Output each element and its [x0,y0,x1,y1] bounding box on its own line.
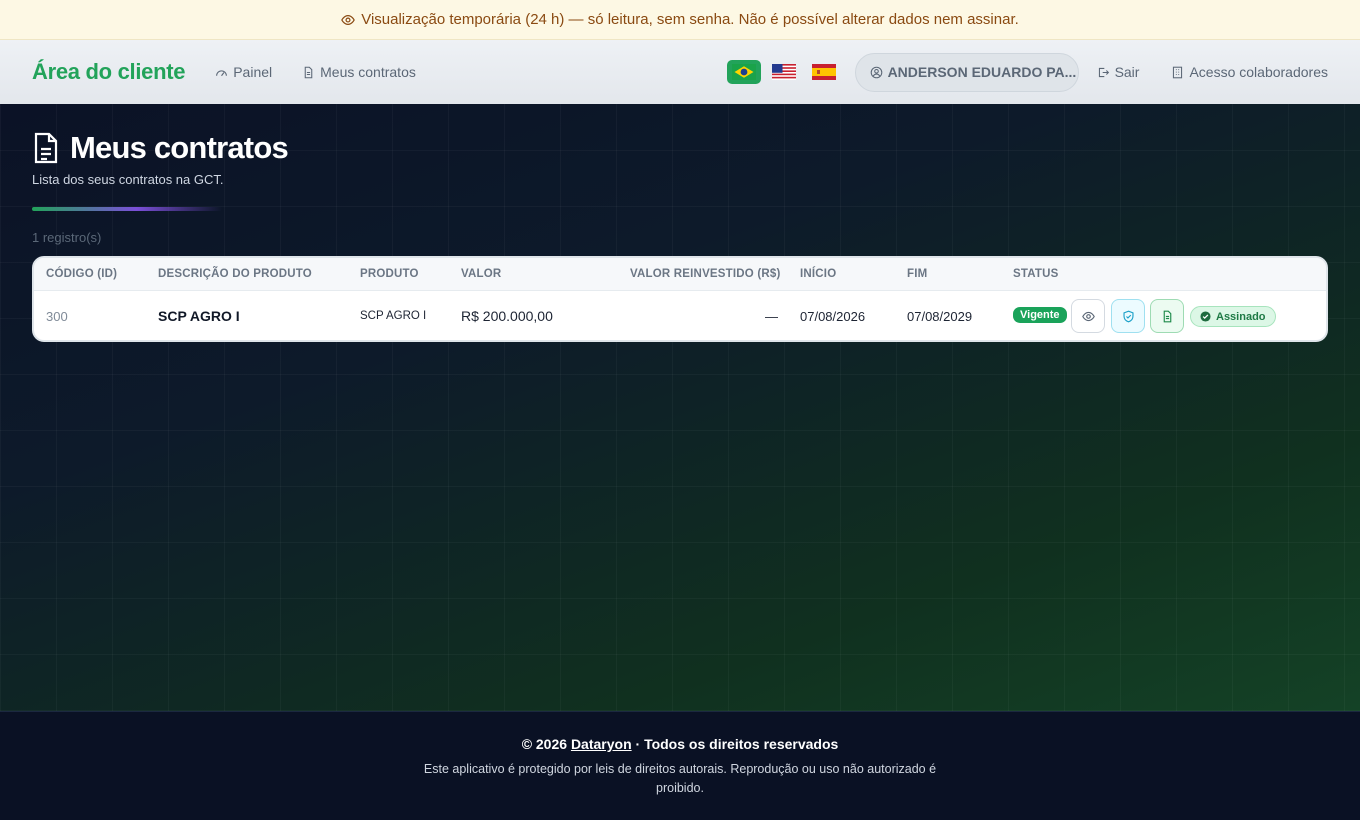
building-icon [1173,66,1183,78]
footer: © 2026 Dataryon · Todos os direitos rese… [0,711,1360,820]
contracts-table: CÓDIGO (ID) DESCRIÇÃO DO PRODUTO PRODUTO… [32,256,1328,342]
nav-link-label: Painel [233,64,273,80]
user-menu-button[interactable]: ANDERSON EDUARDO PA... [854,52,1079,92]
company-link[interactable]: Dataryon [571,736,632,752]
footer-rights: · Todos os direitos reservados [635,736,839,752]
user-name: ANDERSON EDUARDO PA... [887,64,1077,80]
cell-id: 300 [46,309,68,324]
table-header: CÓDIGO (ID) DESCRIÇÃO DO PRODUTO PRODUTO… [34,258,1326,291]
page-title: Meus contratos [70,130,289,165]
language-pt-br-button[interactable] [726,60,761,84]
contract-document-icon [34,132,58,164]
nav-link-meus-contratos[interactable]: Meus contratos [302,64,416,80]
verify-contract-button[interactable] [1111,299,1145,333]
eye-icon [1081,311,1095,321]
table-row[interactable]: 300 SCP AGRO I SCP AGRO I R$ 200.000,00 … [34,291,1326,340]
column-header-status: STATUS [1013,268,1059,280]
gauge-icon [216,69,228,76]
footer-year: © 2026 [521,736,568,752]
column-header-end: FIM [907,268,928,280]
cell-value: R$ 200.000,00 [461,308,553,324]
page-header: Meus contratos [32,130,289,166]
column-header-start: INÍCIO [800,268,837,280]
signed-badge-label: Assinado [1216,310,1266,323]
records-count: 1 registro(s) [32,230,102,245]
document-icon [304,66,313,78]
title-accent-bar [32,207,222,211]
column-header-reinvested: VALOR REINVESTIDO (R$) [630,268,781,280]
signed-badge: Assinado [1190,306,1276,327]
column-header-product: PRODUTO [360,268,419,280]
cell-reinvested: — [765,309,778,324]
cell-description: SCP AGRO I [158,308,240,324]
shield-check-icon [1122,310,1134,322]
user-icon [870,66,882,78]
language-es-es-button[interactable] [807,60,841,84]
status-badge: Vigente [1013,307,1067,323]
column-header-id: CÓDIGO (ID) [46,268,118,280]
spain-flag-icon [811,64,836,80]
brazil-flag-icon [731,64,756,80]
logout-link[interactable]: Sair [1097,64,1140,80]
nav-link-label: Meus contratos [320,64,416,80]
language-en-us-button[interactable] [767,60,801,84]
footer-copyright: © 2026 Dataryon · Todos os direitos rese… [0,736,1360,752]
contract-document-button[interactable] [1150,299,1184,333]
readonly-banner: Visualização temporária (24 h) — só leit… [0,0,1360,40]
logout-icon [1098,67,1109,77]
footer-notice: Este aplicativo é protegido por leis de … [423,762,937,795]
page-subtitle: Lista dos seus contratos na GCT. [32,172,224,187]
usa-flag-icon [771,64,796,80]
top-navbar: Área do cliente Painel Meus contratos AN… [0,40,1360,104]
staff-access-label: Acesso colaboradores [1189,64,1328,80]
eye-icon [341,14,356,25]
cell-product: SCP AGRO I [360,310,427,322]
cell-start-date: 07/08/2026 [800,309,866,324]
nav-link-painel[interactable]: Painel [215,64,272,80]
banner-text: Visualização temporária (24 h) — só leit… [361,11,1019,28]
document-icon [1163,310,1171,322]
main-content: Meus contratos Lista dos seus contratos … [0,104,1360,711]
cell-end-date: 07/08/2029 [907,309,973,324]
check-circle-icon [1200,311,1211,322]
view-contract-button[interactable] [1071,299,1105,333]
logout-label: Sair [1114,64,1140,80]
column-header-value: VALOR [461,268,502,280]
staff-access-link[interactable]: Acesso colaboradores [1171,64,1328,80]
column-header-description: DESCRIÇÃO DO PRODUTO [158,268,312,280]
brand-title[interactable]: Área do cliente [32,59,186,85]
